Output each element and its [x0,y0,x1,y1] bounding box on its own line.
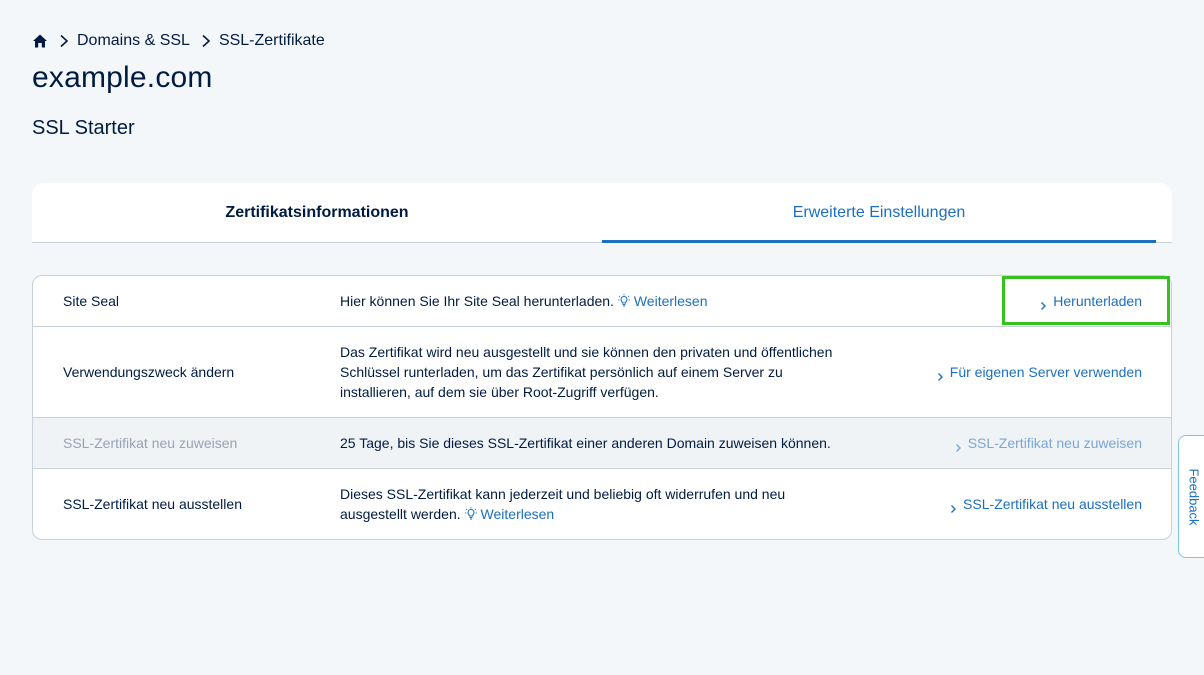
chevron-right-icon [950,499,957,513]
page-title: example.com [32,61,213,94]
row-description: 25 Tage, bis Sie dieses SSL-Zertifikat e… [340,435,831,451]
description-text: ausgestellt werden. [340,506,461,522]
tab-zertifikatsinformationen[interactable]: Zertifikatsinformationen [32,183,602,242]
chevron-right-icon [201,34,211,48]
description-line: Dieses SSL-Zertifikat kann jederzeit und… [340,486,786,502]
neu-ausstellen-button[interactable]: SSL-Zertifikat neu ausstellen [950,494,1142,514]
row-label: Verwendungszweck ändern [63,364,235,380]
product-name: SSL Starter [32,117,135,139]
chevron-right-icon [59,34,69,48]
row-label: Site Seal [63,293,120,309]
settings-table: Site Seal Hier können Sie Ihr Site Seal … [32,275,1172,540]
weiterlesen-label: Weiterlesen [633,293,708,309]
chevron-right-icon [1040,296,1047,310]
feedback-label: Feedback [1186,467,1201,526]
herunterladen-button[interactable]: Herunterladen [1040,291,1142,311]
description-line: Schlüssel runterladen, um das Zertifikat… [340,364,783,380]
tab-bar: Zertifikatsinformationen Erweiterte Eins… [32,183,1172,243]
tab-erweiterte-einstellungen[interactable]: Erweiterte Einstellungen [602,183,1156,243]
lightbulb-icon [618,293,630,307]
action-label: SSL-Zertifikat neu zuweisen [967,435,1142,451]
action-label: Herunterladen [1053,293,1142,309]
eigener-server-button[interactable]: Für eigenen Server verwenden [937,362,1142,382]
feedback-tab[interactable]: Feedback [1178,435,1204,558]
action-label: SSL-Zertifikat neu ausstellen [963,496,1142,512]
weiterlesen-link[interactable]: Weiterlesen [464,506,555,522]
breadcrumb: Domains & SSL SSL-Zertifikate [32,30,325,52]
row-description: Hier können Sie Ihr Site Seal herunterla… [340,291,900,311]
table-row-neu-ausstellen: SSL-Zertifikat neu ausstellen Dieses SSL… [33,468,1171,539]
row-description: Das Zertifikat wird neu ausgestellt und … [340,342,900,402]
weiterlesen-link[interactable]: Weiterlesen [618,293,708,309]
description-text: Hier können Sie Ihr Site Seal herunterla… [340,293,614,309]
lightbulb-icon [464,506,477,520]
weiterlesen-label: Weiterlesen [480,506,555,522]
chevron-right-icon [937,367,944,381]
table-row-neu-zuweisen: SSL-Zertifikat neu zuweisen 25 Tage, bis… [33,417,1171,468]
description-line: installieren, auf dem sie über Root-Zugr… [340,384,659,400]
neu-zuweisen-button[interactable]: SSL-Zertifikat neu zuweisen [955,433,1142,453]
row-label: SSL-Zertifikat neu zuweisen [63,435,238,451]
table-row-verwendungszweck: Verwendungszweck ändern Das Zertifikat w… [33,326,1171,417]
home-icon[interactable] [32,33,48,49]
breadcrumb-domains-ssl[interactable]: Domains & SSL [77,30,190,52]
chevron-right-icon [955,438,962,452]
description-line: Das Zertifikat wird neu ausgestellt und … [340,344,833,360]
action-label: Für eigenen Server verwenden [949,364,1142,380]
description-line: ausgestellt werden. Weiterlesen [340,504,900,524]
row-label: SSL-Zertifikat neu ausstellen [63,496,242,512]
table-row-site-seal: Site Seal Hier können Sie Ihr Site Seal … [33,276,1171,326]
breadcrumb-ssl-zertifikate[interactable]: SSL-Zertifikate [219,30,325,52]
row-description: Dieses SSL-Zertifikat kann jederzeit und… [340,484,900,524]
